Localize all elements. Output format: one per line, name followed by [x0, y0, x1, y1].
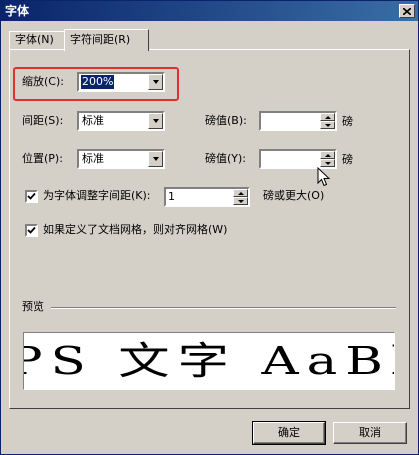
font-dialog: 字体 字体(N) 字符间距(R) 缩放(C): 200% 间距(S): 标准 磅… — [0, 0, 419, 455]
scale-highlight — [13, 67, 179, 101]
tab-font-label: 字体(N) — [15, 33, 54, 46]
tab-character-spacing[interactable]: 字符间距(R) — [64, 29, 149, 51]
cancel-button-label: 取消 — [359, 426, 381, 439]
mouse-cursor-icon — [317, 167, 331, 187]
window-title: 字体 — [5, 4, 30, 18]
tab-font[interactable]: 字体(N) — [9, 31, 65, 49]
ok-button-label: 确定 — [278, 426, 300, 439]
ok-button[interactable]: 确定 — [252, 421, 326, 445]
tab-panel — [9, 49, 410, 409]
close-icon — [403, 7, 411, 15]
tab-character-spacing-label: 字符间距(R) — [70, 33, 131, 46]
cancel-button[interactable]: 取消 — [333, 422, 407, 444]
title-bar[interactable]: 字体 — [1, 1, 418, 21]
close-button[interactable] — [399, 4, 415, 18]
